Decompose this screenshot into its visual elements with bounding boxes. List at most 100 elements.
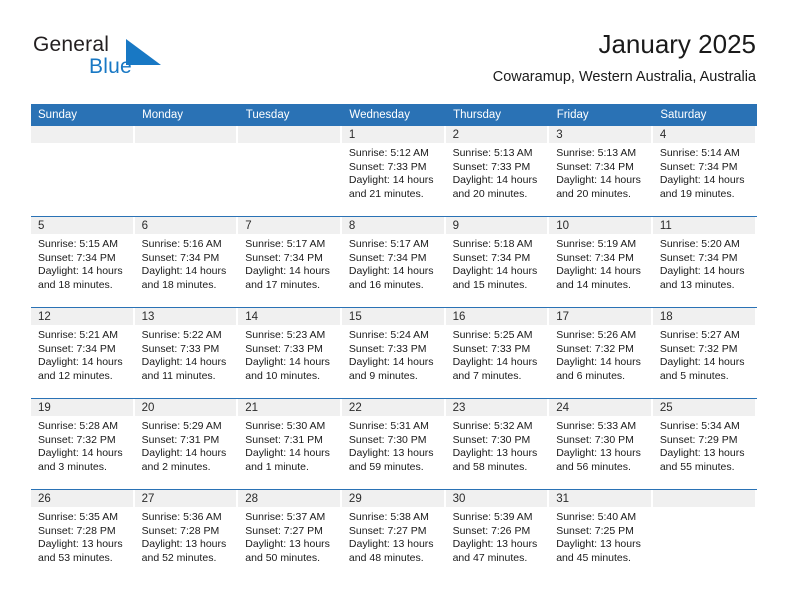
daylight-text-line2: and 20 minutes. (452, 187, 528, 200)
daylight-text-line1: Daylight: 14 hours (556, 356, 641, 369)
calendar-day-cell[interactable]: 8 Sunrise: 5:17 AM Sunset: 7:34 PM Daylight… (341, 216, 446, 308)
sunrise-text: Sunrise: 5:20 AM (659, 238, 740, 250)
calendar-day-cell-empty (238, 126, 342, 217)
sunset-text: Sunset: 7:27 PM (348, 524, 427, 537)
day-cell-inner: 7 Sunrise: 5:17 AM Sunset: 7:34 PM Daylight… (238, 217, 342, 307)
daylight-text-line2: and 10 minutes. (245, 369, 320, 382)
daylight-text-line2: and 15 minutes. (452, 278, 528, 291)
calendar-week-row: 12 Sunrise: 5:21 AM Sunset: 7:34 PM Dayligh… (31, 307, 757, 399)
calendar-day-cell[interactable]: 16 Sunrise: 5:25 AM Sunset: 7:33 PM Dayligh… (445, 307, 550, 399)
day-cell-inner: 29 Sunrise: 5:38 AM Sunset: 7:27 PM Dayligh… (341, 490, 446, 580)
day-number: 29 (341, 490, 444, 507)
calendar-day-cell[interactable]: 30 Sunrise: 5:39 AM Sunset: 7:26 PM Dayligh… (445, 489, 550, 580)
triangle-flag-icon (126, 39, 161, 65)
daylight-text-line2: and 6 minutes. (556, 369, 626, 382)
calendar-day-cell[interactable]: 24 Sunrise: 5:33 AM Sunset: 7:30 PM Dayligh… (549, 398, 653, 490)
calendar-day-cell[interactable]: 23 Sunrise: 5:32 AM Sunset: 7:30 PM Dayligh… (445, 398, 550, 490)
sunset-text: Sunset: 7:28 PM (141, 524, 220, 537)
calendar-day-cell[interactable]: 21 Sunrise: 5:30 AM Sunset: 7:31 PM Dayligh… (238, 398, 342, 490)
calendar-day-cell[interactable]: 15 Sunrise: 5:24 AM Sunset: 7:33 PM Dayligh… (341, 307, 446, 399)
brand-logo[interactable]: General Blue (33, 33, 203, 85)
daylight-text-line1: Daylight: 13 hours (556, 538, 641, 551)
calendar-day-cell[interactable]: 12 Sunrise: 5:21 AM Sunset: 7:34 PM Dayligh… (31, 307, 135, 399)
sunrise-text: Sunrise: 5:40 AM (556, 511, 637, 523)
day-number (134, 126, 237, 143)
daylight-text-line2: and 52 minutes. (141, 551, 217, 564)
day-sun-info: Sunrise: 5:19 AM Sunset: 7:34 PM Daylight:… (549, 234, 653, 292)
calendar-day-cell[interactable]: 7 Sunrise: 5:17 AM Sunset: 7:34 PM Daylight… (238, 216, 342, 308)
day-sun-info: Sunrise: 5:37 AM Sunset: 7:27 PM Daylight:… (238, 507, 342, 565)
sunrise-text: Sunrise: 5:36 AM (141, 511, 222, 523)
calendar-day-cell[interactable]: 19 Sunrise: 5:28 AM Sunset: 7:32 PM Dayligh… (31, 398, 135, 490)
sunset-text: Sunset: 7:34 PM (348, 251, 427, 264)
day-number: 1 (341, 126, 444, 143)
calendar-day-cell[interactable]: 27 Sunrise: 5:36 AM Sunset: 7:28 PM Dayligh… (134, 489, 239, 580)
calendar-day-cell[interactable]: 10 Sunrise: 5:19 AM Sunset: 7:34 PM Dayligh… (549, 216, 653, 308)
daylight-text-line2: and 1 minute. (245, 460, 309, 473)
calendar-day-cell[interactable]: 25 Sunrise: 5:34 AM Sunset: 7:29 PM Dayligh… (652, 398, 757, 490)
daylight-text-line2: and 20 minutes. (556, 187, 631, 200)
sunrise-text: Sunrise: 5:15 AM (38, 238, 118, 250)
day-cell-inner: 20 Sunrise: 5:29 AM Sunset: 7:31 PM Dayligh… (134, 399, 239, 489)
weekday-header-monday: Monday (134, 104, 239, 126)
day-cell-inner: 23 Sunrise: 5:32 AM Sunset: 7:30 PM Dayligh… (445, 399, 550, 489)
daylight-text-line1: Daylight: 14 hours (245, 356, 330, 369)
sunset-text: Sunset: 7:33 PM (348, 160, 427, 173)
calendar-day-cell[interactable]: 14 Sunrise: 5:23 AM Sunset: 7:33 PM Dayligh… (238, 307, 342, 399)
day-number (31, 126, 133, 143)
weekday-header-saturday: Saturday (652, 104, 757, 126)
calendar-day-cell[interactable]: 9 Sunrise: 5:18 AM Sunset: 7:34 PM Daylight… (445, 216, 550, 308)
calendar-day-cell[interactable]: 1 Sunrise: 5:12 AM Sunset: 7:33 PM Daylight… (341, 126, 446, 217)
daylight-text-line1: Daylight: 13 hours (38, 538, 123, 551)
calendar-day-cell-empty (31, 126, 135, 217)
daylight-text-line2: and 59 minutes. (348, 460, 424, 473)
sunrise-text: Sunrise: 5:29 AM (141, 420, 222, 432)
sunset-text: Sunset: 7:33 PM (141, 342, 220, 355)
sunrise-text: Sunrise: 5:34 AM (659, 420, 740, 432)
day-number: 3 (549, 126, 651, 143)
day-sun-info: Sunrise: 5:14 AM Sunset: 7:34 PM Daylight:… (653, 143, 757, 201)
daylight-text-line2: and 14 minutes. (556, 278, 631, 291)
daylight-text-line1: Daylight: 13 hours (141, 538, 227, 551)
daylight-text-line2: and 53 minutes. (38, 551, 113, 564)
sunset-text: Sunset: 7:30 PM (348, 433, 427, 446)
calendar-day-cell[interactable]: 2 Sunrise: 5:13 AM Sunset: 7:33 PM Daylight… (445, 126, 550, 217)
calendar-day-cell[interactable]: 28 Sunrise: 5:37 AM Sunset: 7:27 PM Dayligh… (238, 489, 342, 580)
calendar-day-cell[interactable]: 3 Sunrise: 5:13 AM Sunset: 7:34 PM Daylight… (549, 126, 653, 217)
calendar-day-cell[interactable]: 11 Sunrise: 5:20 AM Sunset: 7:34 PM Dayligh… (652, 216, 757, 308)
day-number: 21 (238, 399, 340, 416)
calendar-day-cell[interactable]: 29 Sunrise: 5:38 AM Sunset: 7:27 PM Dayligh… (341, 489, 446, 580)
day-sun-info: Sunrise: 5:17 AM Sunset: 7:34 PM Daylight:… (238, 234, 342, 292)
calendar-day-cell[interactable]: 20 Sunrise: 5:29 AM Sunset: 7:31 PM Dayligh… (134, 398, 239, 490)
day-cell-inner (652, 490, 757, 580)
calendar-day-cell[interactable]: 17 Sunrise: 5:26 AM Sunset: 7:32 PM Dayligh… (549, 307, 653, 399)
daylight-text-line1: Daylight: 13 hours (452, 447, 538, 460)
calendar-table: Sunday Monday Tuesday Wednesday Thursday Frid… (31, 104, 757, 580)
daylight-text-line2: and 47 minutes. (452, 551, 528, 564)
calendar-week-row: 19 Sunrise: 5:28 AM Sunset: 7:32 PM Dayligh… (31, 398, 757, 490)
daylight-text-line2: and 45 minutes. (556, 551, 631, 564)
page-subtitle: Cowaramup, Western Australia, Australia (492, 69, 756, 85)
calendar-day-cell[interactable]: 18 Sunrise: 5:27 AM Sunset: 7:32 PM Dayligh… (652, 307, 757, 399)
calendar-day-cell[interactable]: 6 Sunrise: 5:16 AM Sunset: 7:34 PM Daylight… (134, 216, 239, 308)
day-sun-info: Sunrise: 5:25 AM Sunset: 7:33 PM Daylight:… (446, 325, 550, 383)
day-number: 10 (549, 217, 651, 234)
day-cell-inner: 19 Sunrise: 5:28 AM Sunset: 7:32 PM Dayligh… (31, 399, 135, 489)
calendar-day-cell[interactable]: 31 Sunrise: 5:40 AM Sunset: 7:25 PM Dayligh… (549, 489, 653, 580)
calendar-day-cell[interactable]: 5 Sunrise: 5:15 AM Sunset: 7:34 PM Daylight… (31, 216, 135, 308)
day-sun-info: Sunrise: 5:13 AM Sunset: 7:34 PM Daylight:… (549, 143, 653, 201)
day-sun-info: Sunrise: 5:22 AM Sunset: 7:33 PM Daylight:… (135, 325, 239, 383)
day-sun-info: Sunrise: 5:33 AM Sunset: 7:30 PM Daylight:… (549, 416, 653, 474)
sunrise-text: Sunrise: 5:28 AM (38, 420, 118, 432)
day-sun-info: Sunrise: 5:15 AM Sunset: 7:34 PM Daylight:… (31, 234, 135, 292)
calendar-day-cell[interactable]: 22 Sunrise: 5:31 AM Sunset: 7:30 PM Dayligh… (341, 398, 446, 490)
day-cell-inner: 18 Sunrise: 5:27 AM Sunset: 7:32 PM Dayligh… (652, 308, 757, 398)
day-number: 12 (31, 308, 133, 325)
calendar-day-cell[interactable]: 13 Sunrise: 5:22 AM Sunset: 7:33 PM Dayligh… (134, 307, 239, 399)
calendar-day-cell[interactable]: 4 Sunrise: 5:14 AM Sunset: 7:34 PM Daylight… (652, 126, 757, 217)
day-number: 22 (341, 399, 444, 416)
day-sun-info: Sunrise: 5:31 AM Sunset: 7:30 PM Daylight:… (342, 416, 446, 474)
calendar-header-row: Sunday Monday Tuesday Wednesday Thursday Frid… (31, 104, 757, 126)
sunrise-text: Sunrise: 5:17 AM (245, 238, 326, 250)
calendar-day-cell[interactable]: 26 Sunrise: 5:35 AM Sunset: 7:28 PM Dayligh… (31, 489, 135, 580)
